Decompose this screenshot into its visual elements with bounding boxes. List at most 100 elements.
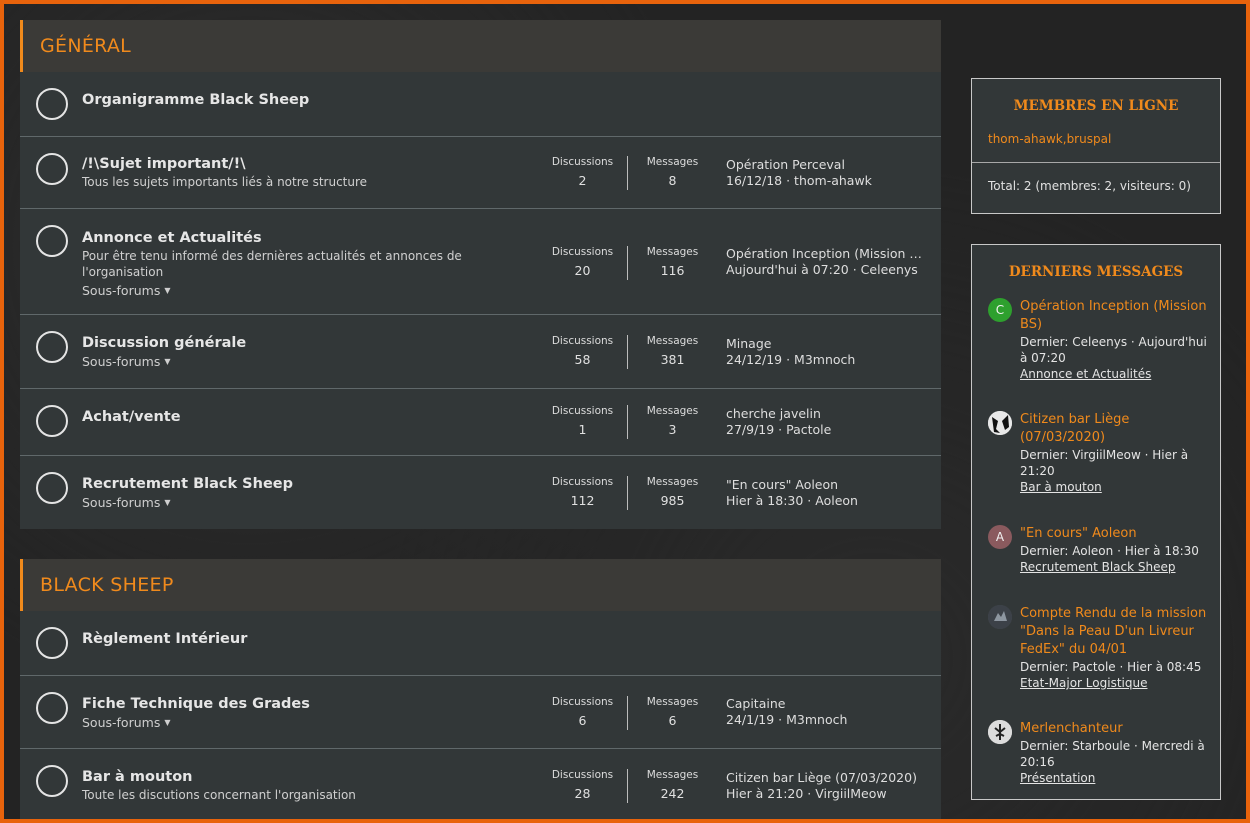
latest-post-item: Merlenchanteur Dernier: Starboule · Merc… [988, 720, 1208, 786]
category-header[interactable]: GÉNÉRAL [20, 20, 941, 72]
latest-post-item: Citizen bar Liège (07/03/2020) Dernier: … [988, 411, 1208, 495]
forum-node[interactable]: Règlement Intérieur [20, 611, 941, 676]
post-title[interactable]: Merlenchanteur [1020, 720, 1208, 738]
forum-node[interactable]: Annonce et Actualités Pour être tenu inf… [20, 209, 941, 315]
forum-node[interactable]: Discussion générale Sous-forums ▼ Discuss… [20, 315, 941, 389]
post-forum-link[interactable]: Recrutement Black Sheep [1020, 559, 1208, 575]
forum-node[interactable]: Organigramme Black Sheep [20, 72, 941, 137]
last-post-meta[interactable]: 24/12/19 · M3mnoch [726, 352, 926, 368]
avatar[interactable]: C [988, 298, 1012, 322]
last-post: Citizen bar Liège (07/03/2020) Hier à 21… [726, 770, 926, 802]
stat-label: Discussions [551, 476, 614, 488]
divider [972, 162, 1220, 163]
online-users-list[interactable]: thom-ahawk,bruspal [972, 132, 1220, 146]
subforums-toggle[interactable]: Sous-forums ▼ [82, 495, 482, 510]
latest-posts-title[interactable]: DERNIERS MESSAGES [972, 264, 1220, 280]
last-post-meta[interactable]: Hier à 21:20 · VirgiilMeow [726, 786, 926, 802]
forum-title[interactable]: Recrutement Black Sheep [82, 476, 482, 492]
last-post-meta[interactable]: Hier à 18:30 · Aoleon [726, 493, 926, 509]
stat-label: Messages [646, 696, 699, 708]
messages-count: 8 [668, 173, 677, 188]
last-post-meta[interactable]: Aujourd'hui à 07:20 · Celeenys [726, 262, 926, 278]
last-post-title[interactable]: Citizen bar Liège (07/03/2020) [726, 770, 926, 786]
forum-node[interactable]: Achat/vente Discussions 1 Messages 3 cherc… [20, 389, 941, 456]
discussions-count: 2 [578, 173, 587, 188]
forum-node[interactable]: Recrutement Black Sheep Sous-forums ▼ Dis… [20, 456, 941, 529]
forum-stats: Discussions 58 Messages 381 [540, 335, 715, 369]
forum-title[interactable]: Règlement Intérieur [82, 631, 482, 647]
post-forum-link[interactable]: Présentation [1020, 770, 1208, 786]
last-post-title[interactable]: Opération Inception (Mission B... [726, 246, 926, 262]
stat-divider [627, 769, 628, 803]
last-post-title[interactable]: cherche javelin [726, 406, 926, 422]
forum-title[interactable]: Organigramme Black Sheep [82, 92, 482, 108]
forum-title[interactable]: Annonce et Actualités [82, 230, 482, 246]
discussions-count: 1 [578, 422, 587, 437]
forum-title[interactable]: Fiche Technique des Grades [82, 696, 482, 712]
post-title[interactable]: Compte Rendu de la mission "Dans la Peau… [1020, 605, 1208, 659]
forum-title[interactable]: /!\Sujet important/!\ [82, 156, 482, 172]
category-general: GÉNÉRAL Organigramme Black Sheep /!\Suje… [20, 20, 941, 529]
forum-title[interactable]: Bar à mouton [82, 769, 482, 785]
post-meta: Dernier: Celeenys · Aujourd'hui à 07:20 [1020, 335, 1207, 365]
stat-label: Messages [646, 156, 699, 168]
avatar[interactable] [988, 720, 1012, 744]
post-forum-link[interactable]: Etat-Major Logistique [1020, 675, 1208, 691]
stat-label: Messages [646, 769, 699, 781]
stat-divider [627, 335, 628, 369]
messages-count: 6 [668, 713, 677, 728]
forum-unread-icon [36, 692, 68, 724]
forum-title[interactable]: Achat/vente [82, 409, 482, 425]
forum-title[interactable]: Discussion générale [82, 335, 482, 351]
caret-down-icon: ▼ [164, 286, 171, 295]
messages-count: 116 [660, 263, 685, 278]
forum-unread-icon [36, 225, 68, 257]
forum-node[interactable]: Fiche Technique des Grades Sous-forums ▼ … [20, 676, 941, 749]
avatar[interactable]: A [988, 525, 1012, 549]
last-post-meta[interactable]: 24/1/19 · M3mnoch [726, 712, 926, 728]
last-post: "En cours" Aoleon Hier à 18:30 · Aoleon [726, 477, 926, 509]
latest-post-item: A "En cours" Aoleon Dernier: Aoleon · Hi… [988, 525, 1208, 575]
messages-count: 381 [660, 352, 685, 367]
subforums-label: Sous-forums [82, 283, 161, 298]
subforums-toggle[interactable]: Sous-forums ▼ [82, 715, 482, 730]
post-forum-link[interactable]: Bar à mouton [1020, 479, 1208, 495]
last-post-title[interactable]: Capitaine [726, 696, 926, 712]
avatar[interactable] [988, 411, 1012, 435]
stat-label: Discussions [551, 156, 614, 168]
last-post-meta[interactable]: 27/9/19 · Pactole [726, 422, 926, 438]
avatar[interactable] [988, 605, 1012, 629]
stat-label: Messages [646, 405, 699, 417]
last-post: Opération Inception (Mission B... Aujour… [726, 246, 926, 278]
forum-stats: Discussions 28 Messages 242 [540, 769, 715, 803]
last-post: Opération Perceval 16/12/18 · thom-ahawk [726, 157, 926, 189]
online-members-title[interactable]: MEMBRES EN LIGNE [972, 98, 1220, 114]
messages-count: 242 [660, 786, 685, 801]
stat-label: Discussions [551, 246, 614, 258]
forum-description: Toute les discutions concernant l'organi… [82, 788, 356, 802]
stat-label: Discussions [551, 769, 614, 781]
subforums-label: Sous-forums [82, 354, 161, 369]
subforums-toggle[interactable]: Sous-forums ▼ [82, 283, 482, 298]
forum-node[interactable]: /!\Sujet important/!\ Tous les sujets im… [20, 137, 941, 209]
forum-unread-icon [36, 153, 68, 185]
last-post-title[interactable]: "En cours" Aoleon [726, 477, 926, 493]
subforums-toggle[interactable]: Sous-forums ▼ [82, 354, 482, 369]
latest-post-item: Compte Rendu de la mission "Dans la Peau… [988, 605, 1208, 691]
post-title[interactable]: "En cours" Aoleon [1020, 525, 1208, 543]
forum-stats: Discussions 20 Messages 116 [540, 246, 715, 280]
category-header[interactable]: BLACK SHEEP [20, 559, 941, 611]
caret-down-icon: ▼ [164, 357, 171, 366]
discussions-count: 28 [574, 786, 591, 801]
messages-count: 985 [660, 493, 685, 508]
stat-divider [627, 405, 628, 439]
post-title[interactable]: Opération Inception (Mission BS) [1020, 298, 1208, 334]
last-post-title[interactable]: Opération Perceval [726, 157, 926, 173]
post-forum-link[interactable]: Annonce et Actualités [1020, 366, 1208, 382]
last-post-meta[interactable]: 16/12/18 · thom-ahawk [726, 173, 926, 189]
post-title[interactable]: Citizen bar Liège (07/03/2020) [1020, 411, 1208, 447]
user-avatar-icon [988, 720, 1012, 744]
discussions-count: 20 [574, 263, 591, 278]
last-post-title[interactable]: Minage [726, 336, 926, 352]
forum-node[interactable]: Bar à mouton Toute les discutions concer… [20, 749, 941, 823]
